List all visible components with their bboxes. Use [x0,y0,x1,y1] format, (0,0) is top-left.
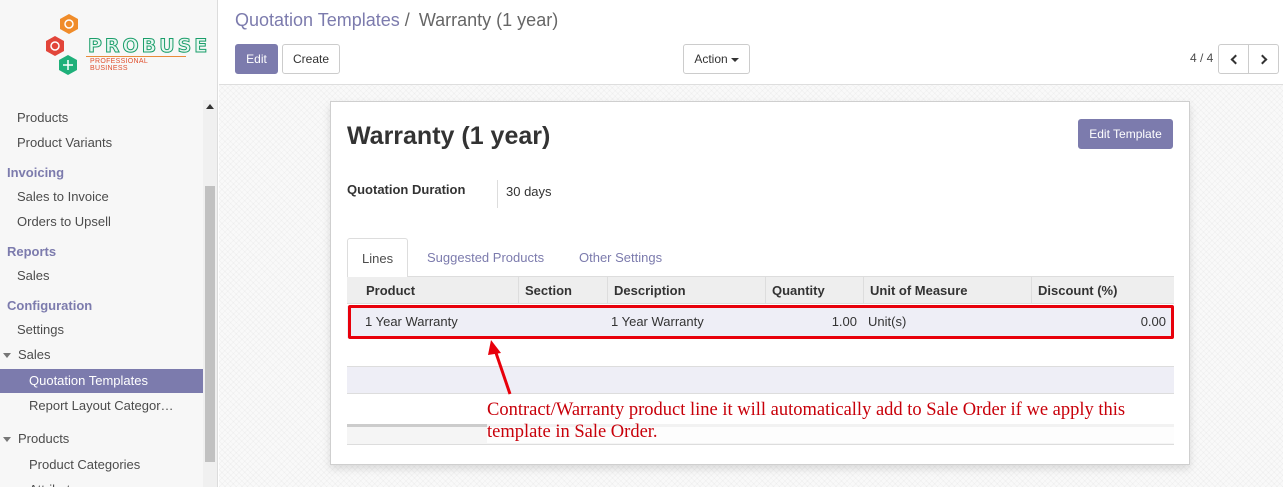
sidebar-section-configuration: Configuration [7,298,93,313]
logo-tagline: PROFESSIONAL BUSINESS [90,58,148,72]
sidebar-item-product-categories[interactable]: Product Categories [0,453,203,477]
edit-button[interactable]: Edit [235,44,278,74]
column-header-unit-of-measure[interactable]: Unit of Measure [863,277,968,304]
sidebar-item-attributes[interactable]: Attributes [0,478,203,487]
table-row[interactable]: 1 Year Warranty 1 Year Warranty 1.00 Uni… [347,306,1174,338]
logo-brand-text: PROBUSE [87,35,211,58]
cell-description: 1 Year Warranty [611,314,704,329]
annotation-arrow-icon [488,340,512,395]
pager-next-button[interactable] [1248,44,1279,74]
logo-hexagons-icon [46,14,78,75]
sidebar-scrollbar[interactable] [203,100,217,487]
cell-uom: Unit(s) [868,314,907,329]
sidebar-group-label: Sales [18,347,51,362]
pager-previous-button[interactable] [1218,44,1249,74]
sidebar-item-products[interactable]: Products [0,106,203,130]
column-header-product[interactable]: Product [360,277,415,304]
notebook-tabs: Lines Suggested Products Other Settings [347,238,1174,278]
sidebar-item-sales-report[interactable]: Sales [0,264,203,288]
quotation-duration-value: 30 days [506,184,552,199]
breadcrumb: Quotation Templates / Warranty (1 year) [235,10,558,31]
sidebar-item-settings[interactable]: Settings [0,318,203,342]
sidebar: PROBUSE PROFESSIONAL BUSINESS Products P… [0,0,218,487]
scrollbar-thumb[interactable] [205,186,215,462]
column-header-section[interactable]: Section [518,277,572,304]
cell-discount: 0.00 [1140,314,1166,329]
form-view-background: Warranty (1 year) Edit Template Quotatio… [219,84,1283,487]
table-header: Product Section Description Quantity Uni… [347,277,1174,304]
breadcrumb-current: Warranty (1 year) [418,10,559,30]
sidebar-group-products[interactable]: Products [0,427,203,451]
logo-divider [86,56,186,57]
record-title: Warranty (1 year) [347,122,551,150]
caret-down-icon [3,353,11,359]
caret-down-icon [3,437,11,443]
sidebar-section-reports: Reports [7,244,57,259]
action-dropdown[interactable]: Action [683,44,750,74]
column-header-description[interactable]: Description [607,277,686,304]
caret-down-icon [730,57,739,62]
form-sheet: Warranty (1 year) Edit Template Quotatio… [330,101,1190,465]
pager-value[interactable]: 4 / 4 [1190,51,1213,65]
chevron-left-icon [1230,54,1240,65]
tab-other-settings[interactable]: Other Settings [564,238,677,277]
sidebar-item-orders-to-upsell[interactable]: Orders to Upsell [0,210,203,234]
cell-product: 1 Year Warranty [365,314,458,329]
breadcrumb-parent-link[interactable]: Quotation Templates [235,10,400,30]
sidebar-item-report-layout-categories[interactable]: Report Layout Categor… [0,394,203,418]
sidebar-item-sales-to-invoice[interactable]: Sales to Invoice [0,185,203,209]
column-header-quantity[interactable]: Quantity [765,277,825,304]
sidebar-group-sales[interactable]: Sales [0,343,203,367]
create-button[interactable]: Create [282,44,340,74]
sidebar-item-product-variants[interactable]: Product Variants [0,131,203,155]
sidebar-section-invoicing: Invoicing [7,165,65,180]
cell-quantity: 1.00 [831,314,857,329]
breadcrumb-separator: / [404,10,410,30]
edit-template-button[interactable]: Edit Template [1078,119,1173,149]
scroll-up-arrow-icon[interactable] [206,104,214,109]
probuse-logo[interactable]: PROBUSE PROFESSIONAL BUSINESS [40,12,208,84]
chevron-right-icon [1257,54,1267,65]
tab-lines[interactable]: Lines [347,238,409,278]
annotation-text: Contract/Warranty product line it will a… [487,399,1177,443]
tab-suggested-products[interactable]: Suggested Products [412,238,559,277]
sidebar-item-quotation-templates[interactable]: Quotation Templates [0,369,203,393]
action-dropdown-label: Action [694,52,728,66]
empty-row [347,366,1174,394]
column-header-discount[interactable]: Discount (%) [1031,277,1117,304]
quotation-duration-label: Quotation Duration [347,182,466,197]
field-divider [497,180,498,208]
sidebar-group-label: Products [18,431,70,446]
